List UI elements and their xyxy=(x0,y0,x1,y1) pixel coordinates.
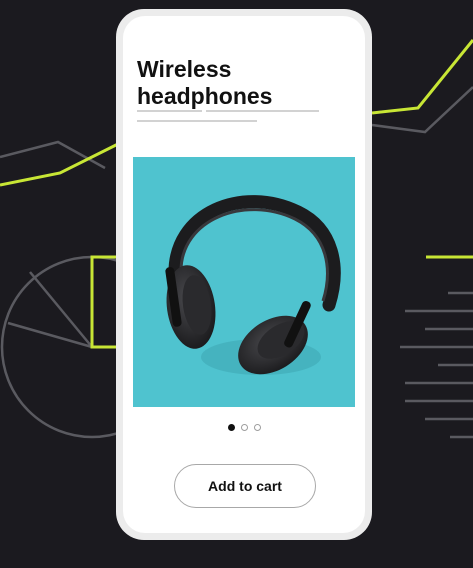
product-title: Wireless headphones xyxy=(137,56,347,110)
product-image[interactable] xyxy=(133,157,355,407)
carousel-dot-1[interactable] xyxy=(228,424,235,431)
subtitle-placeholder-line xyxy=(137,120,257,122)
phone-frame: Wireless headphones Add to cart xyxy=(116,9,372,540)
carousel-dot-3[interactable] xyxy=(254,424,261,431)
headphones-icon xyxy=(165,195,341,375)
add-to-cart-button[interactable]: Add to cart xyxy=(174,464,316,508)
product-title-line1: Wireless xyxy=(137,56,232,82)
carousel-dots xyxy=(228,424,261,431)
subtitle-placeholder-line xyxy=(206,110,319,112)
product-screen: Wireless headphones Add to cart xyxy=(123,16,365,533)
carousel-dot-2[interactable] xyxy=(241,424,248,431)
subtitle-placeholder-line xyxy=(137,110,202,112)
product-title-line2: headphones xyxy=(137,83,273,109)
